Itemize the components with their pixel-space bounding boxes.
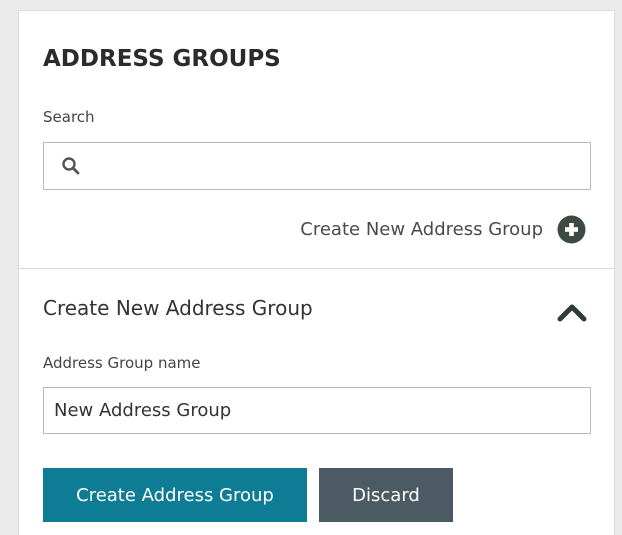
address-groups-panel: ADDRESS GROUPS Search Create New Address… <box>18 10 615 535</box>
create-address-group-button[interactable]: Create Address Group <box>43 468 307 522</box>
search-label: Search <box>43 108 95 126</box>
search-box[interactable] <box>43 142 591 190</box>
create-section-title: Create New Address Group <box>43 296 313 320</box>
discard-button[interactable]: Discard <box>319 468 453 522</box>
plus-circle-icon[interactable] <box>557 215 586 244</box>
section-divider <box>19 268 614 269</box>
address-group-name-label: Address Group name <box>43 354 201 372</box>
search-icon <box>62 157 80 175</box>
address-group-name-input[interactable] <box>43 387 591 434</box>
create-new-address-group-label: Create New Address Group <box>300 218 543 240</box>
page-title: ADDRESS GROUPS <box>43 46 281 72</box>
chevron-up-icon[interactable] <box>556 300 588 324</box>
create-new-address-group-link[interactable]: Create New Address Group <box>300 215 586 244</box>
search-input[interactable] <box>90 143 580 189</box>
